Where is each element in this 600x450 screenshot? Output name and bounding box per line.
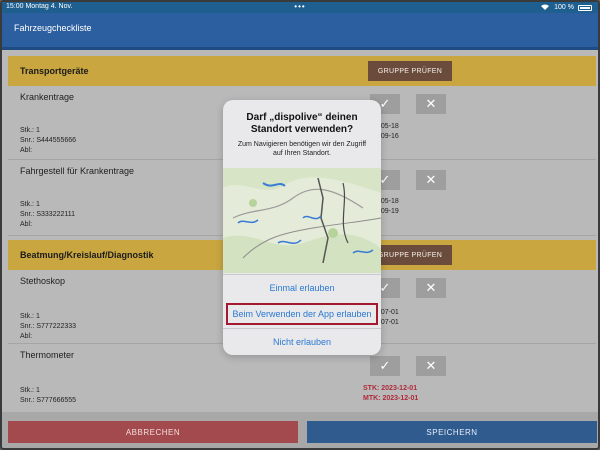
close-icon: ✕ bbox=[425, 280, 437, 295]
item-date-1: STK: 2023-12-01 bbox=[363, 385, 418, 392]
checkmark-icon: ✓ bbox=[379, 172, 391, 187]
item-date-2: MTK: 2023-12-01 bbox=[363, 395, 419, 402]
close-icon: ✕ bbox=[425, 172, 437, 187]
map-image bbox=[223, 168, 381, 273]
group-label: Beatmung/Kreislauf/Diagnostik bbox=[20, 250, 154, 260]
item-meta: Stk.: 1 Snr.: S777666555 bbox=[20, 386, 76, 406]
action-footer: ABBRECHEN SPEICHERN bbox=[2, 412, 598, 448]
dialog-message: Zum Navigieren benötigen wir den Zugriff… bbox=[237, 141, 367, 157]
tablet-screen: 15:00 Montag 4. Nov. ••• 100 % Fahrzeugc… bbox=[0, 0, 600, 450]
reject-button[interactable]: ✕ bbox=[416, 170, 446, 190]
item-serial: Snr.: S333222111 bbox=[20, 211, 76, 218]
allow-while-using-option[interactable]: Beim Verwenden der App erlauben bbox=[226, 303, 378, 325]
close-icon: ✕ bbox=[425, 96, 437, 111]
wifi-icon bbox=[540, 3, 550, 12]
item-name: Stethoskop bbox=[20, 276, 66, 286]
multitask-dots[interactable]: ••• bbox=[294, 2, 305, 11]
deny-option[interactable]: Nicht erlauben bbox=[223, 328, 381, 354]
approve-button[interactable]: ✓ bbox=[370, 356, 400, 376]
item-quantity: Stk.: 1 bbox=[20, 387, 40, 394]
item-expiry: Abl: bbox=[20, 221, 33, 228]
item-serial: Snr.: S777222333 bbox=[20, 323, 77, 330]
item-dates: STK: 2023-12-01 MTK: 2023-12-01 bbox=[363, 384, 418, 404]
status-right: 100 % bbox=[540, 3, 592, 12]
checkmark-icon: ✓ bbox=[379, 358, 391, 373]
item-expiry: Abl: bbox=[20, 147, 33, 154]
battery-percent: 100 % bbox=[554, 4, 574, 11]
item-quantity: Stk.: 1 bbox=[20, 313, 40, 320]
save-button[interactable]: SPEICHERN bbox=[307, 421, 597, 443]
location-permission-dialog: Darf „dispolive“ deinen Standort verwend… bbox=[223, 100, 381, 355]
reject-button[interactable]: ✕ bbox=[416, 356, 446, 376]
close-icon: ✕ bbox=[425, 358, 437, 373]
item-name: Thermometer bbox=[20, 350, 75, 360]
allow-once-option[interactable]: Einmal erlauben bbox=[223, 274, 381, 300]
app-header: Fahrzeugcheckliste bbox=[2, 13, 598, 50]
status-time-date: 15:00 Montag 4. Nov. bbox=[6, 3, 73, 10]
dialog-title: Darf „dispolive“ deinen Standort verwend… bbox=[246, 112, 358, 135]
group-header: Transportgeräte GRUPPE PRÜFEN bbox=[8, 56, 596, 86]
item-quantity: Stk.: 1 bbox=[20, 127, 40, 134]
item-quantity: Stk.: 1 bbox=[20, 201, 40, 208]
status-bar: 15:00 Montag 4. Nov. ••• 100 % bbox=[2, 2, 598, 13]
item-name: Krankentrage bbox=[20, 92, 75, 102]
item-name: Fahrgestell für Krankentrage bbox=[20, 166, 135, 176]
item-meta: Stk.: 1 Snr.: S777222333 Abl: bbox=[20, 312, 76, 342]
group-label: Transportgeräte bbox=[20, 66, 89, 76]
item-expiry: Abl: bbox=[20, 333, 33, 340]
item-meta: Stk.: 1 Snr.: S333222111 Abl: bbox=[20, 200, 75, 230]
item-serial: Snr.: S777666555 bbox=[20, 397, 77, 404]
checkmark-icon: ✓ bbox=[379, 280, 391, 295]
page-title: Fahrzeugcheckliste bbox=[14, 23, 92, 33]
check-group-button[interactable]: GRUPPE PRÜFEN bbox=[368, 61, 452, 81]
reject-button[interactable]: ✕ bbox=[416, 278, 446, 298]
battery-icon bbox=[578, 4, 592, 11]
item-serial: Snr.: S444555666 bbox=[20, 137, 77, 144]
item-meta: Stk.: 1 Snr.: S444555666 Abl: bbox=[20, 126, 76, 156]
location-map-preview bbox=[223, 168, 381, 273]
cancel-button[interactable]: ABBRECHEN bbox=[8, 421, 298, 443]
checkmark-icon: ✓ bbox=[379, 96, 391, 111]
reject-button[interactable]: ✕ bbox=[416, 94, 446, 114]
